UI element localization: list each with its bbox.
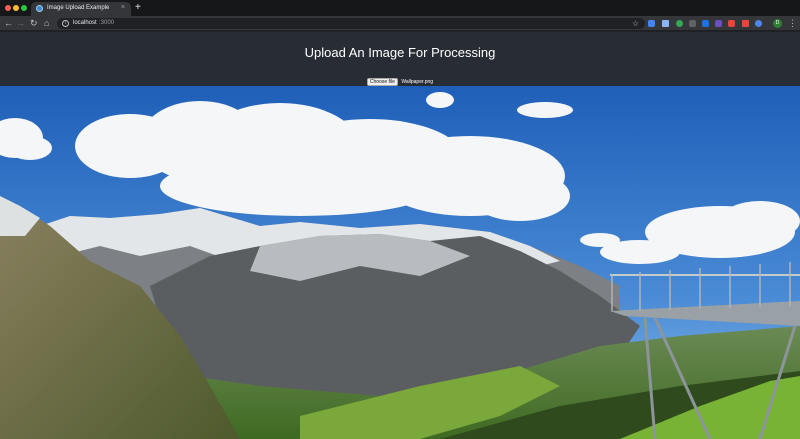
reload-icon[interactable]: ↻	[30, 17, 38, 29]
extension-icon[interactable]	[648, 20, 655, 27]
close-window-button[interactable]	[5, 5, 11, 11]
uploaded-image	[0, 86, 800, 439]
maximize-window-button[interactable]	[21, 5, 27, 11]
url-host: localhost	[73, 20, 97, 26]
app-header: Upload An Image For Processing Choose fi…	[0, 32, 800, 86]
avatar[interactable]: D	[773, 19, 782, 28]
extension-icon[interactable]	[755, 20, 762, 27]
extension-icon[interactable]	[689, 20, 696, 27]
landscape-image	[0, 86, 800, 439]
extension-icon[interactable]	[676, 20, 683, 27]
forward-icon[interactable]: →	[16, 17, 25, 29]
page-title: Upload An Image For Processing	[304, 45, 496, 60]
home-icon[interactable]: ⌂	[44, 17, 49, 29]
back-icon[interactable]: ←	[4, 17, 13, 29]
page-content: Upload An Image For Processing Choose fi…	[0, 32, 800, 439]
extension-icon[interactable]	[702, 20, 709, 27]
file-input[interactable]: Choose file Wallpaper.png	[0, 78, 800, 86]
extension-icon[interactable]	[715, 20, 722, 27]
react-favicon-icon	[36, 5, 43, 12]
extension-icon[interactable]	[742, 20, 749, 27]
browser-tab[interactable]: Image Upload Example ×	[31, 2, 131, 16]
extension-icon[interactable]	[662, 20, 669, 27]
choose-file-button[interactable]: Choose file	[366, 78, 398, 86]
menu-icon[interactable]: ⋮	[788, 17, 797, 29]
browser-toolbar: ← → ↻ ⌂ i localhost :3000 ☆ D ⋮	[0, 16, 800, 31]
browser-tab-bar: Image Upload Example × +	[0, 0, 800, 16]
file-name: Wallpaper.png	[401, 79, 434, 85]
star-icon[interactable]: ☆	[632, 18, 639, 29]
address-bar[interactable]: i localhost :3000 ☆	[57, 18, 645, 29]
info-icon[interactable]: i	[62, 20, 69, 27]
close-icon[interactable]: ×	[121, 4, 125, 12]
new-tab-button[interactable]: +	[135, 2, 141, 14]
tab-title: Image Upload Example	[47, 5, 110, 11]
url-port: :3000	[99, 20, 115, 26]
minimize-window-button[interactable]	[13, 5, 19, 11]
extension-icon[interactable]	[728, 20, 735, 27]
